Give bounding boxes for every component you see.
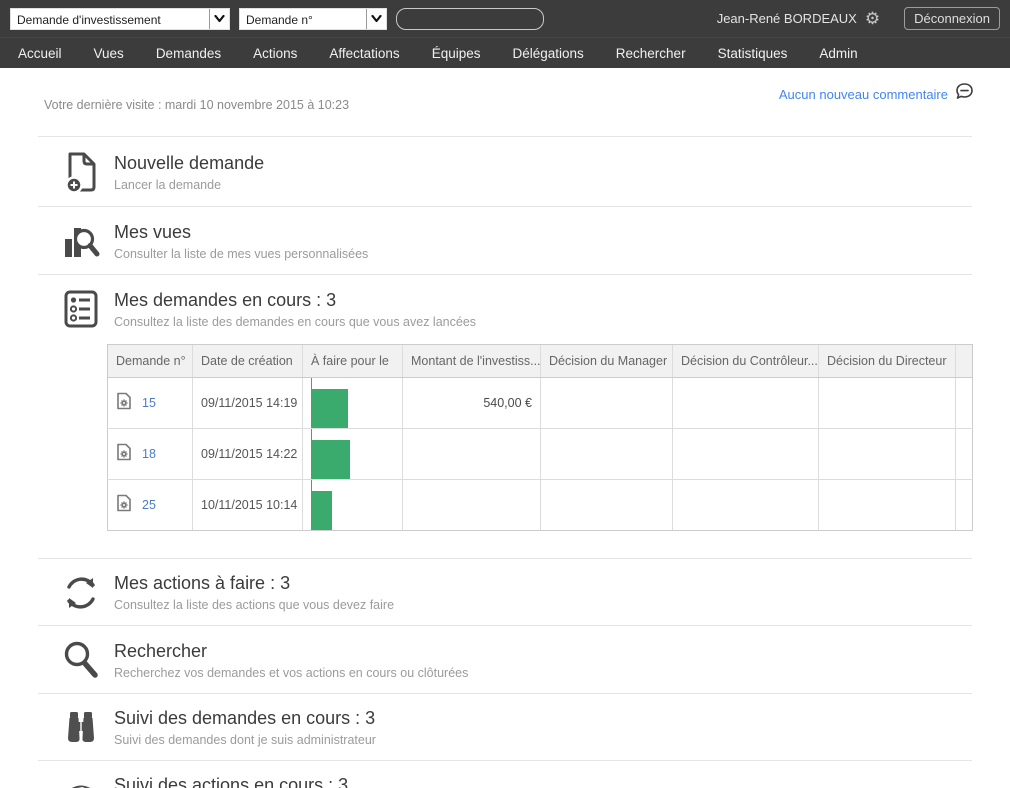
section-title: Mes vues xyxy=(114,222,368,243)
section-mes-demandes[interactable]: Mes demandes en cours : 3 Consultez la l… xyxy=(38,274,972,558)
amount-cell xyxy=(403,480,541,531)
request-link[interactable]: 25 xyxy=(142,498,156,512)
progress-bar xyxy=(311,378,394,429)
chevron-down-icon xyxy=(366,9,386,29)
controller-decision-cell xyxy=(673,429,819,480)
speech-bubble-icon[interactable] xyxy=(955,82,974,106)
top-bar: Demande d'investissement Demande n° Jean… xyxy=(0,0,1010,37)
section-subtitle: Recherchez vos demandes et vos actions e… xyxy=(114,666,468,680)
nav-item-rechercher[interactable]: Rechercher xyxy=(608,42,694,65)
main-nav: Accueil Vues Demandes Actions Affectatio… xyxy=(0,37,1010,68)
document-gear-icon xyxy=(116,494,132,516)
section-subtitle: Lancer la demande xyxy=(114,178,264,192)
manager-decision-cell xyxy=(541,480,673,531)
section-mes-vues[interactable]: Mes vues Consulter la liste de mes vues … xyxy=(38,206,972,274)
table-row[interactable]: 25 10/11/2015 10:14 15/11/2015 10:14 xyxy=(108,480,973,531)
nav-item-actions[interactable]: Actions xyxy=(245,42,305,65)
spacer-cell xyxy=(956,480,973,531)
section-title: Rechercher xyxy=(114,641,468,662)
eye-icon xyxy=(58,780,104,788)
refresh-icon xyxy=(58,574,104,612)
section-mes-actions[interactable]: Mes actions à faire : 3 Consultez la lis… xyxy=(38,558,972,625)
requests-table-wrap: Demande n° Date de création À faire pour… xyxy=(107,344,972,531)
col-demande-n[interactable]: Demande n° xyxy=(108,345,193,378)
progress-bar xyxy=(311,429,394,480)
binoculars-icon xyxy=(58,710,104,746)
nav-item-vues[interactable]: Vues xyxy=(86,42,132,65)
amount-cell xyxy=(403,429,541,480)
director-decision-cell xyxy=(819,429,956,480)
controller-decision-cell xyxy=(673,480,819,531)
section-subtitle: Suivi des demandes dont je suis administ… xyxy=(114,733,376,747)
section-subtitle: Consultez la liste des demandes en cours… xyxy=(114,315,476,329)
due-cell: 14/11/2015 14:19 xyxy=(303,378,403,429)
requests-table: Demande n° Date de création À faire pour… xyxy=(107,344,973,531)
controller-decision-cell xyxy=(673,378,819,429)
nav-item-statistiques[interactable]: Statistiques xyxy=(710,42,796,65)
manager-decision-cell xyxy=(541,378,673,429)
section-subtitle: Consulter la liste de mes vues personnal… xyxy=(114,247,368,261)
section-title: Suivi des actions en cours : 3 xyxy=(114,775,357,788)
table-row[interactable]: 18 09/11/2015 14:22 14/11/2015 14:22 xyxy=(108,429,973,480)
amount-cell: 540,00 € xyxy=(403,378,541,429)
created-cell: 09/11/2015 14:22 xyxy=(193,429,303,480)
user-name: Jean-René BORDEAUX xyxy=(717,11,857,26)
section-title: Suivi des demandes en cours : 3 xyxy=(114,708,376,729)
created-cell: 10/11/2015 10:14 xyxy=(193,480,303,531)
table-header-row: Demande n° Date de création À faire pour… xyxy=(108,345,973,378)
list-icon xyxy=(58,289,104,329)
spacer-cell xyxy=(956,378,973,429)
col-decision-directeur[interactable]: Décision du Directeur xyxy=(819,345,956,378)
nav-item-admin[interactable]: Admin xyxy=(811,42,865,65)
col-date-creation[interactable]: Date de création xyxy=(193,345,303,378)
col-decision-controleur[interactable]: Décision du Contrôleur... xyxy=(673,345,819,378)
document-gear-icon xyxy=(116,443,132,465)
main-content: Aucun nouveau commentaire Votre dernière… xyxy=(0,68,1010,788)
nav-item-equipes[interactable]: Équipes xyxy=(424,42,489,65)
chart-magnifier-icon xyxy=(58,221,104,261)
document-plus-icon xyxy=(58,151,104,193)
request-type-value: Demande d'investissement xyxy=(11,9,209,29)
due-cell: 14/11/2015 14:22 xyxy=(303,429,403,480)
section-title: Nouvelle demande xyxy=(114,153,264,174)
spacer-cell xyxy=(956,429,973,480)
nav-item-delegations[interactable]: Délégations xyxy=(504,42,591,65)
nav-item-accueil[interactable]: Accueil xyxy=(10,42,70,65)
due-cell: 15/11/2015 10:14 xyxy=(303,480,403,531)
col-spacer xyxy=(956,345,973,378)
progress-bar xyxy=(311,480,394,531)
search-field-select[interactable]: Demande n° xyxy=(239,8,387,30)
table-row[interactable]: 15 09/11/2015 14:19 14/11/2015 14:19 540… xyxy=(108,378,973,429)
col-decision-manager[interactable]: Décision du Manager xyxy=(541,345,673,378)
section-suivi-actions[interactable]: Suivi des actions en cours : 3 Suivi des… xyxy=(38,760,972,788)
col-a-faire-pour-le[interactable]: À faire pour le xyxy=(303,345,403,378)
request-link[interactable]: 15 xyxy=(142,396,156,410)
director-decision-cell xyxy=(819,378,956,429)
request-link[interactable]: 18 xyxy=(142,447,156,461)
col-montant[interactable]: Montant de l'investiss... xyxy=(403,345,541,378)
section-subtitle: Consultez la liste des actions que vous … xyxy=(114,598,394,612)
search-icon xyxy=(58,640,104,680)
nav-item-affectations[interactable]: Affectations xyxy=(321,42,407,65)
document-gear-icon xyxy=(116,392,132,414)
search-field-value: Demande n° xyxy=(240,9,366,29)
manager-decision-cell xyxy=(541,429,673,480)
section-title: Mes demandes en cours : 3 xyxy=(114,290,476,311)
request-type-select[interactable]: Demande d'investissement xyxy=(10,8,230,30)
section-rechercher[interactable]: Rechercher Recherchez vos demandes et vo… xyxy=(38,625,972,693)
logout-button[interactable]: Déconnexion xyxy=(904,7,1000,30)
section-suivi-demandes[interactable]: Suivi des demandes en cours : 3 Suivi de… xyxy=(38,693,972,760)
director-decision-cell xyxy=(819,480,956,531)
created-cell: 09/11/2015 14:19 xyxy=(193,378,303,429)
gear-icon[interactable]: ⚙ xyxy=(865,10,880,27)
no-new-comments-link[interactable]: Aucun nouveau commentaire xyxy=(779,87,948,102)
comments-area: Aucun nouveau commentaire xyxy=(779,82,974,106)
section-nouvelle-demande[interactable]: Nouvelle demande Lancer la demande xyxy=(38,136,972,206)
section-title: Mes actions à faire : 3 xyxy=(114,573,394,594)
chevron-down-icon xyxy=(209,9,229,29)
nav-item-demandes[interactable]: Demandes xyxy=(148,42,229,65)
search-input[interactable] xyxy=(396,8,544,30)
